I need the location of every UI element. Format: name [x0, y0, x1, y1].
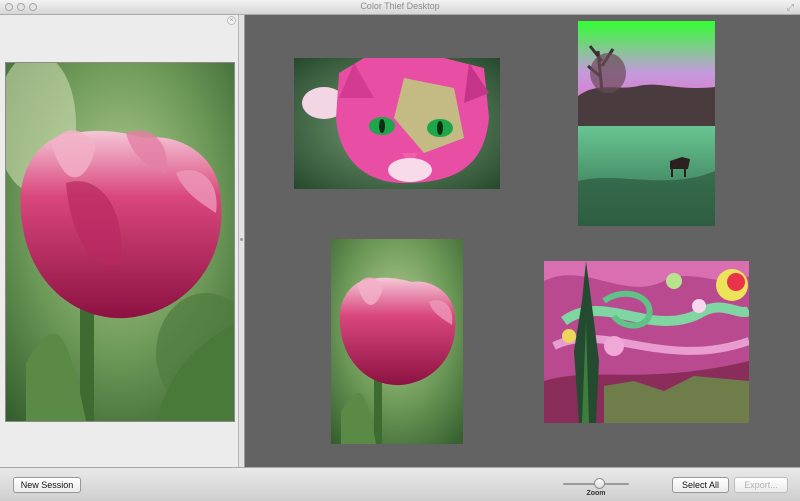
divider-handle-icon[interactable] [240, 238, 243, 241]
zoom-label: Zoom [586, 490, 606, 497]
starry-night-illustration [544, 261, 749, 423]
export-button[interactable]: Export... [734, 477, 788, 493]
canvas-image-starry-night[interactable] [544, 261, 749, 423]
window-title: Color Thief Desktop [360, 1, 440, 11]
image-canvas [245, 15, 800, 467]
preview-pane: × [0, 15, 239, 467]
canvas-image-tulip[interactable] [331, 239, 463, 444]
new-session-button[interactable]: New Session [13, 477, 81, 493]
landscape-illustration [578, 21, 715, 226]
close-preview-icon[interactable]: × [227, 16, 236, 25]
tulip-small-illustration [331, 239, 463, 444]
fullscreen-icon[interactable]: ⤢ [787, 2, 794, 13]
title-bar: Color Thief Desktop ⤢ [0, 0, 800, 15]
canvas-image-landscape[interactable] [578, 21, 715, 226]
select-all-button[interactable]: Select All [672, 477, 729, 493]
canvas-image-kitten[interactable] [294, 58, 500, 189]
preview-image [5, 62, 235, 422]
kitten-illustration [294, 58, 500, 189]
zoom-slider-knob[interactable] [593, 478, 605, 489]
tulip-large-illustration [6, 63, 234, 421]
